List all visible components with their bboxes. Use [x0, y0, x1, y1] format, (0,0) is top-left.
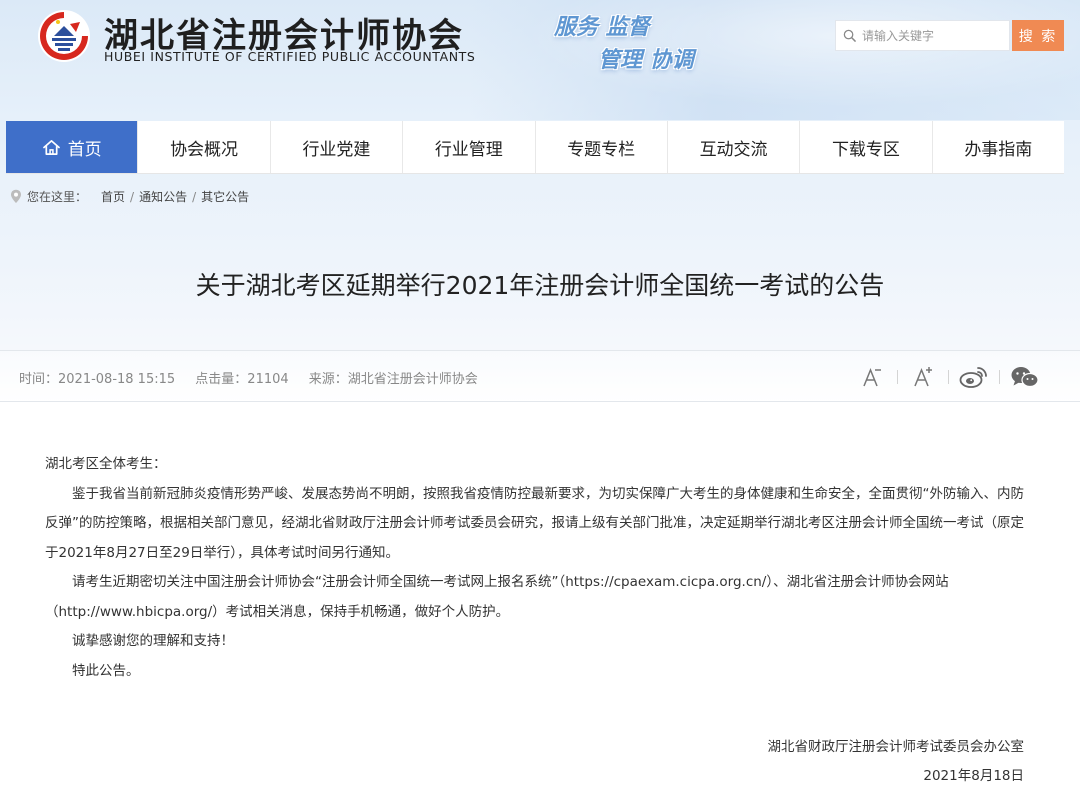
font-decrease-icon[interactable] — [857, 363, 887, 391]
article-tools — [857, 363, 1040, 391]
article-body: 湖北考区全体考生： 鉴于我省当前新冠肺炎疫情形势严峻、发展态势尚不明朗，按照我省… — [45, 450, 1035, 686]
location-pin-icon — [10, 189, 22, 204]
article-paragraph: 特此公告。 — [72, 662, 140, 679]
article-source: 来源：湖北省注册会计师协会 — [308, 372, 478, 387]
nav-item-interaction[interactable]: 互动交流 — [668, 121, 801, 173]
nav-item-special-topics[interactable]: 专题专栏 — [536, 121, 668, 173]
article-meta-bar: 时间：2021-08-18 15:15 点击量：21104 来源：湖北省注册会计… — [0, 350, 1080, 402]
breadcrumb-other-notices-link[interactable]: 其它公告 — [201, 188, 249, 205]
breadcrumb-label: 您在这里： — [27, 190, 88, 204]
nav-item-home[interactable]: 首页 — [6, 121, 139, 173]
nav-item-label: 首页 — [67, 139, 102, 160]
search-box — [835, 20, 1010, 51]
search-input[interactable] — [862, 28, 1002, 43]
association-logo-icon[interactable] — [36, 8, 92, 64]
breadcrumb-separator: / — [192, 189, 197, 204]
search-button[interactable]: 搜 索 — [1012, 20, 1064, 51]
nav-item-about[interactable]: 协会概况 — [138, 121, 271, 173]
search-icon — [836, 20, 862, 51]
tool-divider — [948, 370, 949, 384]
home-icon — [42, 139, 61, 156]
weibo-icon[interactable] — [959, 363, 989, 391]
breadcrumb-notices-link[interactable]: 通知公告 — [139, 188, 187, 205]
main-nav: 首页 协会概况 行业党建 行业管理 专题专栏 互动交流 下载专区 办事指南 — [6, 121, 1064, 174]
article-meta-text: 时间：2021-08-18 15:15 点击量：21104 来源：湖北省注册会计… — [19, 368, 478, 387]
slogan-line-2: 管理 协调 — [598, 47, 694, 73]
wechat-icon[interactable] — [1010, 363, 1040, 391]
font-increase-icon[interactable] — [908, 363, 938, 391]
article-paragraph: 请考生近期密切关注中国注册会计师协会“注册会计师全国统一考试网上报名系统”（ht… — [45, 574, 949, 620]
nav-item-party-building[interactable]: 行业党建 — [271, 121, 404, 173]
tool-divider — [897, 370, 898, 384]
site-header: 湖北省注册会计师协会 HUBEI INSTITUTE OF CERTIFIED … — [0, 0, 1080, 120]
publish-time: 时间：2021-08-18 15:15 — [19, 372, 176, 387]
signature-date: 2021年8月18日 — [923, 768, 1024, 784]
view-count: 点击量：21104 — [195, 372, 289, 387]
article-paragraph: 鉴于我省当前新冠肺炎疫情形势严峻、发展态势尚不明朗，按照我省疫情防控最新要求，为… — [45, 485, 1024, 561]
signature: 湖北省财政厅注册会计师考试委员会办公室 — [767, 739, 1025, 755]
nav-item-downloads[interactable]: 下载专区 — [800, 121, 933, 173]
article-title: 关于湖北考区延期举行2021年注册会计师全国统一考试的公告 — [195, 271, 885, 300]
nav-item-industry-management[interactable]: 行业管理 — [403, 121, 536, 173]
breadcrumb-home-link[interactable]: 首页 — [101, 188, 125, 205]
tool-divider — [999, 370, 1000, 384]
nav-item-service-guide[interactable]: 办事指南 — [933, 121, 1064, 173]
salutation: 湖北考区全体考生： — [45, 456, 167, 472]
brand-name-en: HUBEI INSTITUTE OF CERTIFIED PUBLIC ACCO… — [104, 49, 476, 64]
article-paragraph: 诚挚感谢您的理解和支持！ — [72, 633, 234, 649]
breadcrumb-separator: / — [130, 189, 135, 204]
slogan-line-1: 服务 监督 — [554, 14, 650, 40]
breadcrumb: 您在这里： 首页 / 通知公告 / 其它公告 — [10, 188, 249, 205]
